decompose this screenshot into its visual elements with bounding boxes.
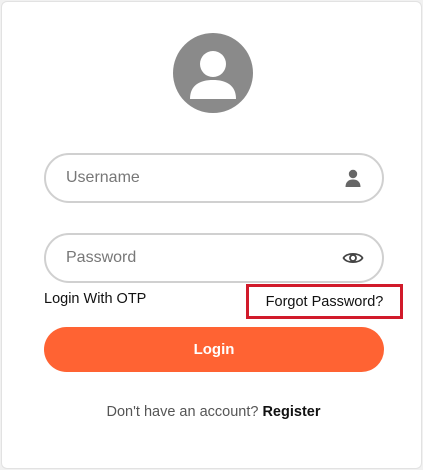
eye-icon[interactable] (342, 247, 364, 269)
register-link[interactable]: Register (262, 404, 320, 420)
login-card: Login With OTP Forgot Password? Login Do… (1, 1, 422, 469)
user-avatar-icon (173, 33, 253, 113)
password-field[interactable] (44, 233, 384, 283)
username-input[interactable] (66, 169, 342, 187)
login-button[interactable]: Login (44, 327, 384, 372)
register-prompt: Don't have an account? Register (2, 404, 423, 420)
person-icon (342, 167, 364, 189)
forgot-password-link[interactable]: Forgot Password? (266, 294, 384, 310)
password-input[interactable] (66, 249, 342, 267)
username-field[interactable] (44, 153, 384, 203)
login-with-otp-link[interactable]: Login With OTP (44, 291, 146, 307)
forgot-password-highlight: Forgot Password? (246, 284, 403, 319)
register-prompt-text: Don't have an account? (106, 404, 263, 420)
